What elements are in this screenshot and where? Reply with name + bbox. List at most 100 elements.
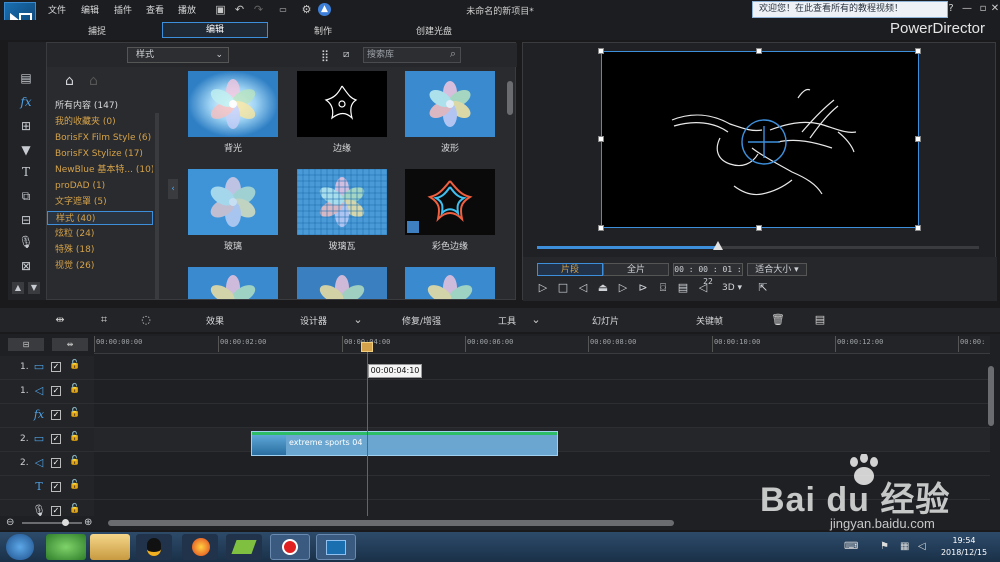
system-clock[interactable]: 19:54 2018/12/15 <box>934 535 994 559</box>
title-room-icon[interactable]: T <box>18 164 34 180</box>
category-favorites[interactable]: 我的收藏夹 (0) <box>55 115 153 129</box>
effect-item[interactable]: 波形 <box>405 71 495 154</box>
powerdirector-taskbar-icon[interactable] <box>316 534 356 560</box>
next-frame-icon[interactable]: ▷ <box>615 280 631 296</box>
audio-mix-room-icon[interactable]: ⊟ <box>18 212 34 228</box>
aspect-ratio-icon[interactable]: ▭ <box>274 3 292 16</box>
track-enable-checkbox[interactable]: ✓ <box>51 458 61 468</box>
3d-toggle[interactable]: 3D ▾ <box>719 280 745 296</box>
zoom-in-icon[interactable]: ⊕ <box>84 517 92 528</box>
eject-icon[interactable]: ⏏ <box>595 280 611 296</box>
lock-icon[interactable]: 🔓 <box>69 456 80 468</box>
effect-item[interactable] <box>188 267 278 299</box>
effect-item[interactable] <box>405 267 495 299</box>
help-icon[interactable]: ? <box>944 3 958 15</box>
resize-handle[interactable] <box>598 225 604 231</box>
redo-icon[interactable]: ↷ <box>252 3 265 16</box>
camtasia-icon[interactable] <box>226 534 262 560</box>
video-preview[interactable] <box>601 51 919 228</box>
recorder-icon[interactable] <box>270 534 310 560</box>
track-enable-checkbox[interactable]: ✓ <box>51 362 61 372</box>
category-prodad[interactable]: proDAD (1) <box>55 179 153 193</box>
fix-enhance-button[interactable]: 修复/增强 <box>402 314 441 327</box>
track-enable-checkbox[interactable]: ✓ <box>51 482 61 492</box>
chapter-room-icon[interactable]: ⊠ <box>18 258 34 274</box>
zoom-fit-dropdown[interactable]: 适合大小 ▾ <box>747 263 807 276</box>
effect-item[interactable]: 玻璃 <box>188 169 278 252</box>
effect-item[interactable]: 玻璃瓦 <box>297 169 387 252</box>
category-newblue[interactable]: NewBlue 基本特... (10) <box>55 163 153 177</box>
resize-handle[interactable] <box>598 136 604 142</box>
playhead-marker[interactable] <box>361 342 373 352</box>
movie-mode-tab[interactable]: 全片 <box>603 263 669 276</box>
network-icon[interactable]: ⚑ <box>880 541 889 552</box>
keyframe-button[interactable]: 关键帧 <box>696 314 723 327</box>
category-style[interactable]: 样式 (40) <box>47 211 153 225</box>
subtitle-icon[interactable]: ▤ <box>675 280 691 296</box>
resize-handle[interactable] <box>598 48 604 54</box>
stop-icon[interactable]: □ <box>555 280 571 296</box>
category-text-mask[interactable]: 文字遮罩 (5) <box>55 195 153 209</box>
media-room-icon[interactable]: ▤ <box>18 70 34 86</box>
slideshow-button[interactable]: 幻灯片 <box>592 314 619 327</box>
fit-icon[interactable]: ⧄ <box>343 49 349 60</box>
timecode-display[interactable]: 00 : 00 : 01 : 22 <box>673 263 743 286</box>
category-scrollbar[interactable] <box>155 113 159 299</box>
resize-handle[interactable] <box>756 48 762 54</box>
minimize-button[interactable]: — <box>960 3 974 15</box>
particle-room-icon[interactable]: ▼ <box>18 142 34 158</box>
designer-button[interactable]: 设计器 <box>300 314 327 327</box>
resize-handle[interactable] <box>756 225 762 231</box>
track-manager-icon[interactable]: ⊟ <box>8 338 44 351</box>
keyboard-icon[interactable]: ⌨ <box>844 541 858 552</box>
category-particle[interactable]: 炫粒 (24) <box>55 227 153 241</box>
tab-create-disc[interactable]: 创建光盘 <box>416 24 452 37</box>
fit-timeline-icon[interactable]: ⇹ <box>52 338 88 351</box>
trash-icon[interactable]: 🗑 <box>770 312 786 328</box>
collapse-panel-icon[interactable]: ‹ <box>168 179 178 199</box>
grid-view-icon[interactable]: ⣿ <box>321 49 329 62</box>
zoom-slider-knob[interactable] <box>62 519 69 526</box>
save-icon[interactable]: ▣ <box>214 3 227 16</box>
qq-icon[interactable] <box>136 534 172 560</box>
pip-room-icon[interactable]: ⊞ <box>18 118 34 134</box>
menu-file[interactable]: 文件 <box>48 3 66 16</box>
chevron-down-icon[interactable]: ⌄ <box>528 312 544 328</box>
resize-handle[interactable] <box>915 48 921 54</box>
start-button[interactable] <box>6 534 34 560</box>
track-enable-checkbox[interactable]: ✓ <box>51 434 61 444</box>
remove-tag-icon[interactable]: ⌂ <box>89 73 98 89</box>
fast-forward-icon[interactable]: ⊳ <box>635 280 651 296</box>
zoom-slider[interactable] <box>22 522 82 524</box>
effect-button[interactable]: 效果 <box>206 314 224 327</box>
welcome-banner[interactable]: 欢迎您！在此查看所有的教程视频！ <box>752 1 948 18</box>
menu-plugins[interactable]: 插件 <box>114 3 132 16</box>
category-special[interactable]: 特殊 (18) <box>55 243 153 257</box>
resize-handle[interactable] <box>915 136 921 142</box>
gear-icon[interactable]: ⚙ <box>300 3 313 16</box>
scrubber-knob[interactable] <box>713 241 724 250</box>
speed-icon[interactable]: ◌ <box>138 312 154 328</box>
category-borisfx-stylize[interactable]: BorisFX Stylize (17) <box>55 147 153 161</box>
tab-capture[interactable]: 捕捉 <box>88 24 106 37</box>
video-clip[interactable]: extreme sports 04 <box>251 431 558 456</box>
speaker-icon[interactable]: ◁ <box>918 541 926 552</box>
thumbnail-scrollbar[interactable] <box>507 81 513 115</box>
firefox-icon[interactable] <box>182 534 218 560</box>
lock-icon[interactable]: 🔓 <box>69 432 80 444</box>
crop-icon[interactable]: ⌗ <box>96 312 112 328</box>
lock-icon[interactable]: 🔓 <box>69 408 80 420</box>
volume-icon[interactable]: ◁ <box>695 280 711 296</box>
timeline-horizontal-scrollbar[interactable] <box>108 520 674 526</box>
close-button[interactable]: ✕ <box>988 3 1000 15</box>
zoom-out-icon[interactable]: ⊖ <box>6 517 14 528</box>
tab-edit[interactable]: 编辑 <box>162 22 268 38</box>
fx-room-icon[interactable]: fx <box>18 94 34 110</box>
menu-playback[interactable]: 播放 <box>178 3 196 16</box>
upgrade-icon[interactable]: ▲ <box>318 3 331 16</box>
track-enable-checkbox[interactable]: ✓ <box>51 386 61 396</box>
file-explorer-icon[interactable] <box>90 534 130 560</box>
lock-icon[interactable]: 🔓 <box>69 384 80 396</box>
voice-over-icon[interactable]: 🎙 <box>18 234 34 250</box>
expand-down-icon[interactable]: ▼ <box>28 282 40 294</box>
